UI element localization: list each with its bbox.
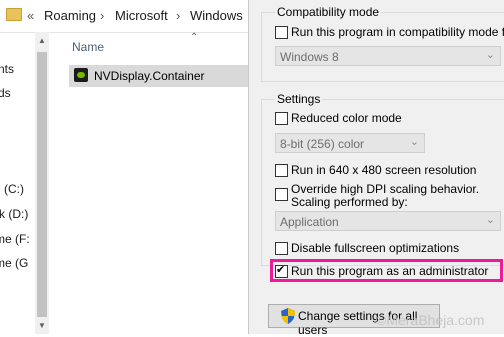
resolution-label: Run in 640 x 480 screen resolution — [291, 163, 477, 177]
nav-scrollbar[interactable]: ▲ ▼ — [35, 32, 49, 334]
resolution-checkbox[interactable] — [275, 164, 288, 177]
scrollbar-thumb[interactable] — [37, 52, 47, 317]
fullscreen-optimizations-checkbox[interactable] — [275, 242, 288, 255]
scroll-down-arrow-icon[interactable]: ▼ — [38, 321, 46, 330]
dpi-scaling-dropdown[interactable]: Application ⌄ — [275, 211, 501, 231]
breadcrumb-item-microsoft[interactable]: Microsoft — [115, 8, 168, 23]
nav-item-drive-f[interactable]: me (F: — [0, 232, 30, 246]
column-header-name[interactable]: Name — [72, 40, 104, 54]
reduced-color-label: Reduced color mode — [291, 111, 402, 125]
folder-icon — [6, 8, 22, 21]
fullscreen-optimizations-label: Disable fullscreen optimizations — [291, 241, 460, 255]
scroll-up-arrow-icon[interactable]: ▲ — [38, 36, 46, 45]
breadcrumb-overflow-chevron[interactable]: « — [27, 8, 34, 23]
file-row-selected[interactable]: NVDisplay.Container — [69, 65, 248, 87]
properties-compatibility-tab: Compatibility mode Run this program in c… — [249, 0, 504, 334]
dpi-override-checkbox[interactable] — [275, 188, 288, 201]
breadcrumb-item-windows[interactable]: Windows — [190, 8, 243, 23]
chevron-down-icon: ⌄ — [409, 136, 419, 148]
uac-shield-icon — [281, 308, 295, 324]
dpi-override-label-line2: Scaling performed by: — [291, 195, 408, 209]
dpi-override-label-line1: Override high DPI scaling behavior. — [291, 182, 480, 196]
dropdown-value: 8-bit (256) color — [280, 137, 365, 151]
dropdown-value: Windows 8 — [280, 50, 339, 64]
nav-item-drive-g[interactable]: me (G — [0, 256, 28, 270]
compatibility-os-dropdown[interactable]: Windows 8 ⌄ — [275, 46, 501, 66]
file-explorer-pane: « Roaming › Microsoft › Windows nts ds (… — [0, 0, 248, 334]
reduced-color-checkbox[interactable] — [275, 112, 288, 125]
nav-item[interactable]: nts — [0, 62, 14, 76]
nav-item-drive-d[interactable]: k (D:) — [0, 207, 28, 221]
breadcrumb-separator: › — [176, 8, 181, 23]
navigation-pane: nts ds (C:) k (D:) me (F: me (G — [0, 32, 36, 334]
compatibility-mode-title: Compatibility mode — [275, 5, 382, 19]
compatibility-mode-checkbox[interactable] — [275, 26, 288, 39]
breadcrumb: « Roaming › Microsoft › Windows — [0, 0, 248, 33]
chevron-down-icon: ⌄ — [485, 49, 495, 61]
file-list: ⌃ Name NVDisplay.Container — [50, 32, 248, 334]
file-name: NVDisplay.Container — [94, 69, 205, 83]
dropdown-value: Application — [280, 215, 339, 229]
compatibility-mode-label: Run this program in compatibility mode f… — [291, 25, 504, 39]
nav-item[interactable]: ds — [0, 86, 11, 100]
color-depth-dropdown[interactable]: 8-bit (256) color ⌄ — [275, 133, 425, 153]
watermark: ©MeraBheja.com — [376, 312, 485, 328]
breadcrumb-separator: › — [100, 8, 105, 23]
nav-item-drive-c[interactable]: (C:) — [4, 182, 24, 196]
chevron-down-icon: ⌄ — [485, 214, 495, 226]
breadcrumb-item-roaming[interactable]: Roaming — [44, 8, 96, 23]
settings-title: Settings — [275, 92, 323, 106]
nvidia-icon — [74, 68, 88, 82]
admin-option-highlight — [270, 259, 503, 282]
sort-caret-icon: ⌃ — [190, 32, 199, 43]
